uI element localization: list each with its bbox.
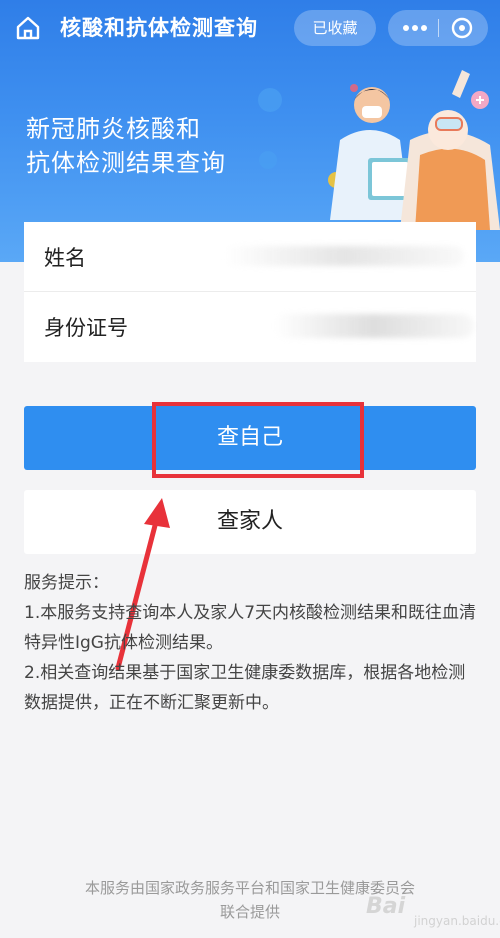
query-family-button[interactable]: 查家人	[24, 490, 476, 554]
watermark-logo: Bai	[366, 894, 406, 919]
highlight-box	[152, 402, 364, 478]
home-icon[interactable]	[14, 14, 42, 42]
tips-heading: 服务提示：	[24, 573, 109, 593]
name-input[interactable]	[204, 242, 464, 272]
watermark-text: jingyan.baidu.com	[414, 914, 500, 928]
banner-title-line1: 新冠肺炎核酸和	[26, 115, 201, 143]
service-tips: 服务提示： 1.本服务支持查询本人及家人7天内核酸检测结果和既往血清特异性IgG…	[24, 568, 480, 718]
doctor-and-nurse-illustration	[258, 70, 500, 230]
collect-button[interactable]: 已收藏	[294, 10, 376, 46]
banner-title: 新冠肺炎核酸和 抗体检测结果查询	[26, 112, 226, 180]
id-row: 身份证号	[24, 292, 476, 362]
banner-title-line2: 抗体检测结果查询	[26, 149, 226, 177]
watermark: Bai jingyan.baidu.com	[366, 886, 500, 934]
id-label: 身份证号	[44, 316, 128, 340]
id-number-input[interactable]	[204, 312, 464, 342]
mini-program-capsule	[388, 10, 488, 46]
page-title: 核酸和抗体检测查询	[60, 16, 258, 40]
tip-item: 1.本服务支持查询本人及家人7天内核酸检测结果和既往血清特异性IgG抗体检测结果…	[24, 603, 477, 653]
capsule-divider	[438, 19, 439, 37]
more-icon[interactable]	[400, 19, 430, 37]
tip-item: 2.相关查询结果基于国家卫生健康委数据库，根据各地检测数据提供，正在不断汇聚更新…	[24, 663, 466, 713]
close-circle-icon[interactable]	[450, 16, 474, 40]
form-card: 姓名 身份证号	[24, 222, 476, 362]
name-label: 姓名	[44, 246, 86, 270]
name-row: 姓名	[24, 222, 476, 292]
nav-bar: 核酸和抗体检测查询 已收藏	[0, 0, 500, 56]
